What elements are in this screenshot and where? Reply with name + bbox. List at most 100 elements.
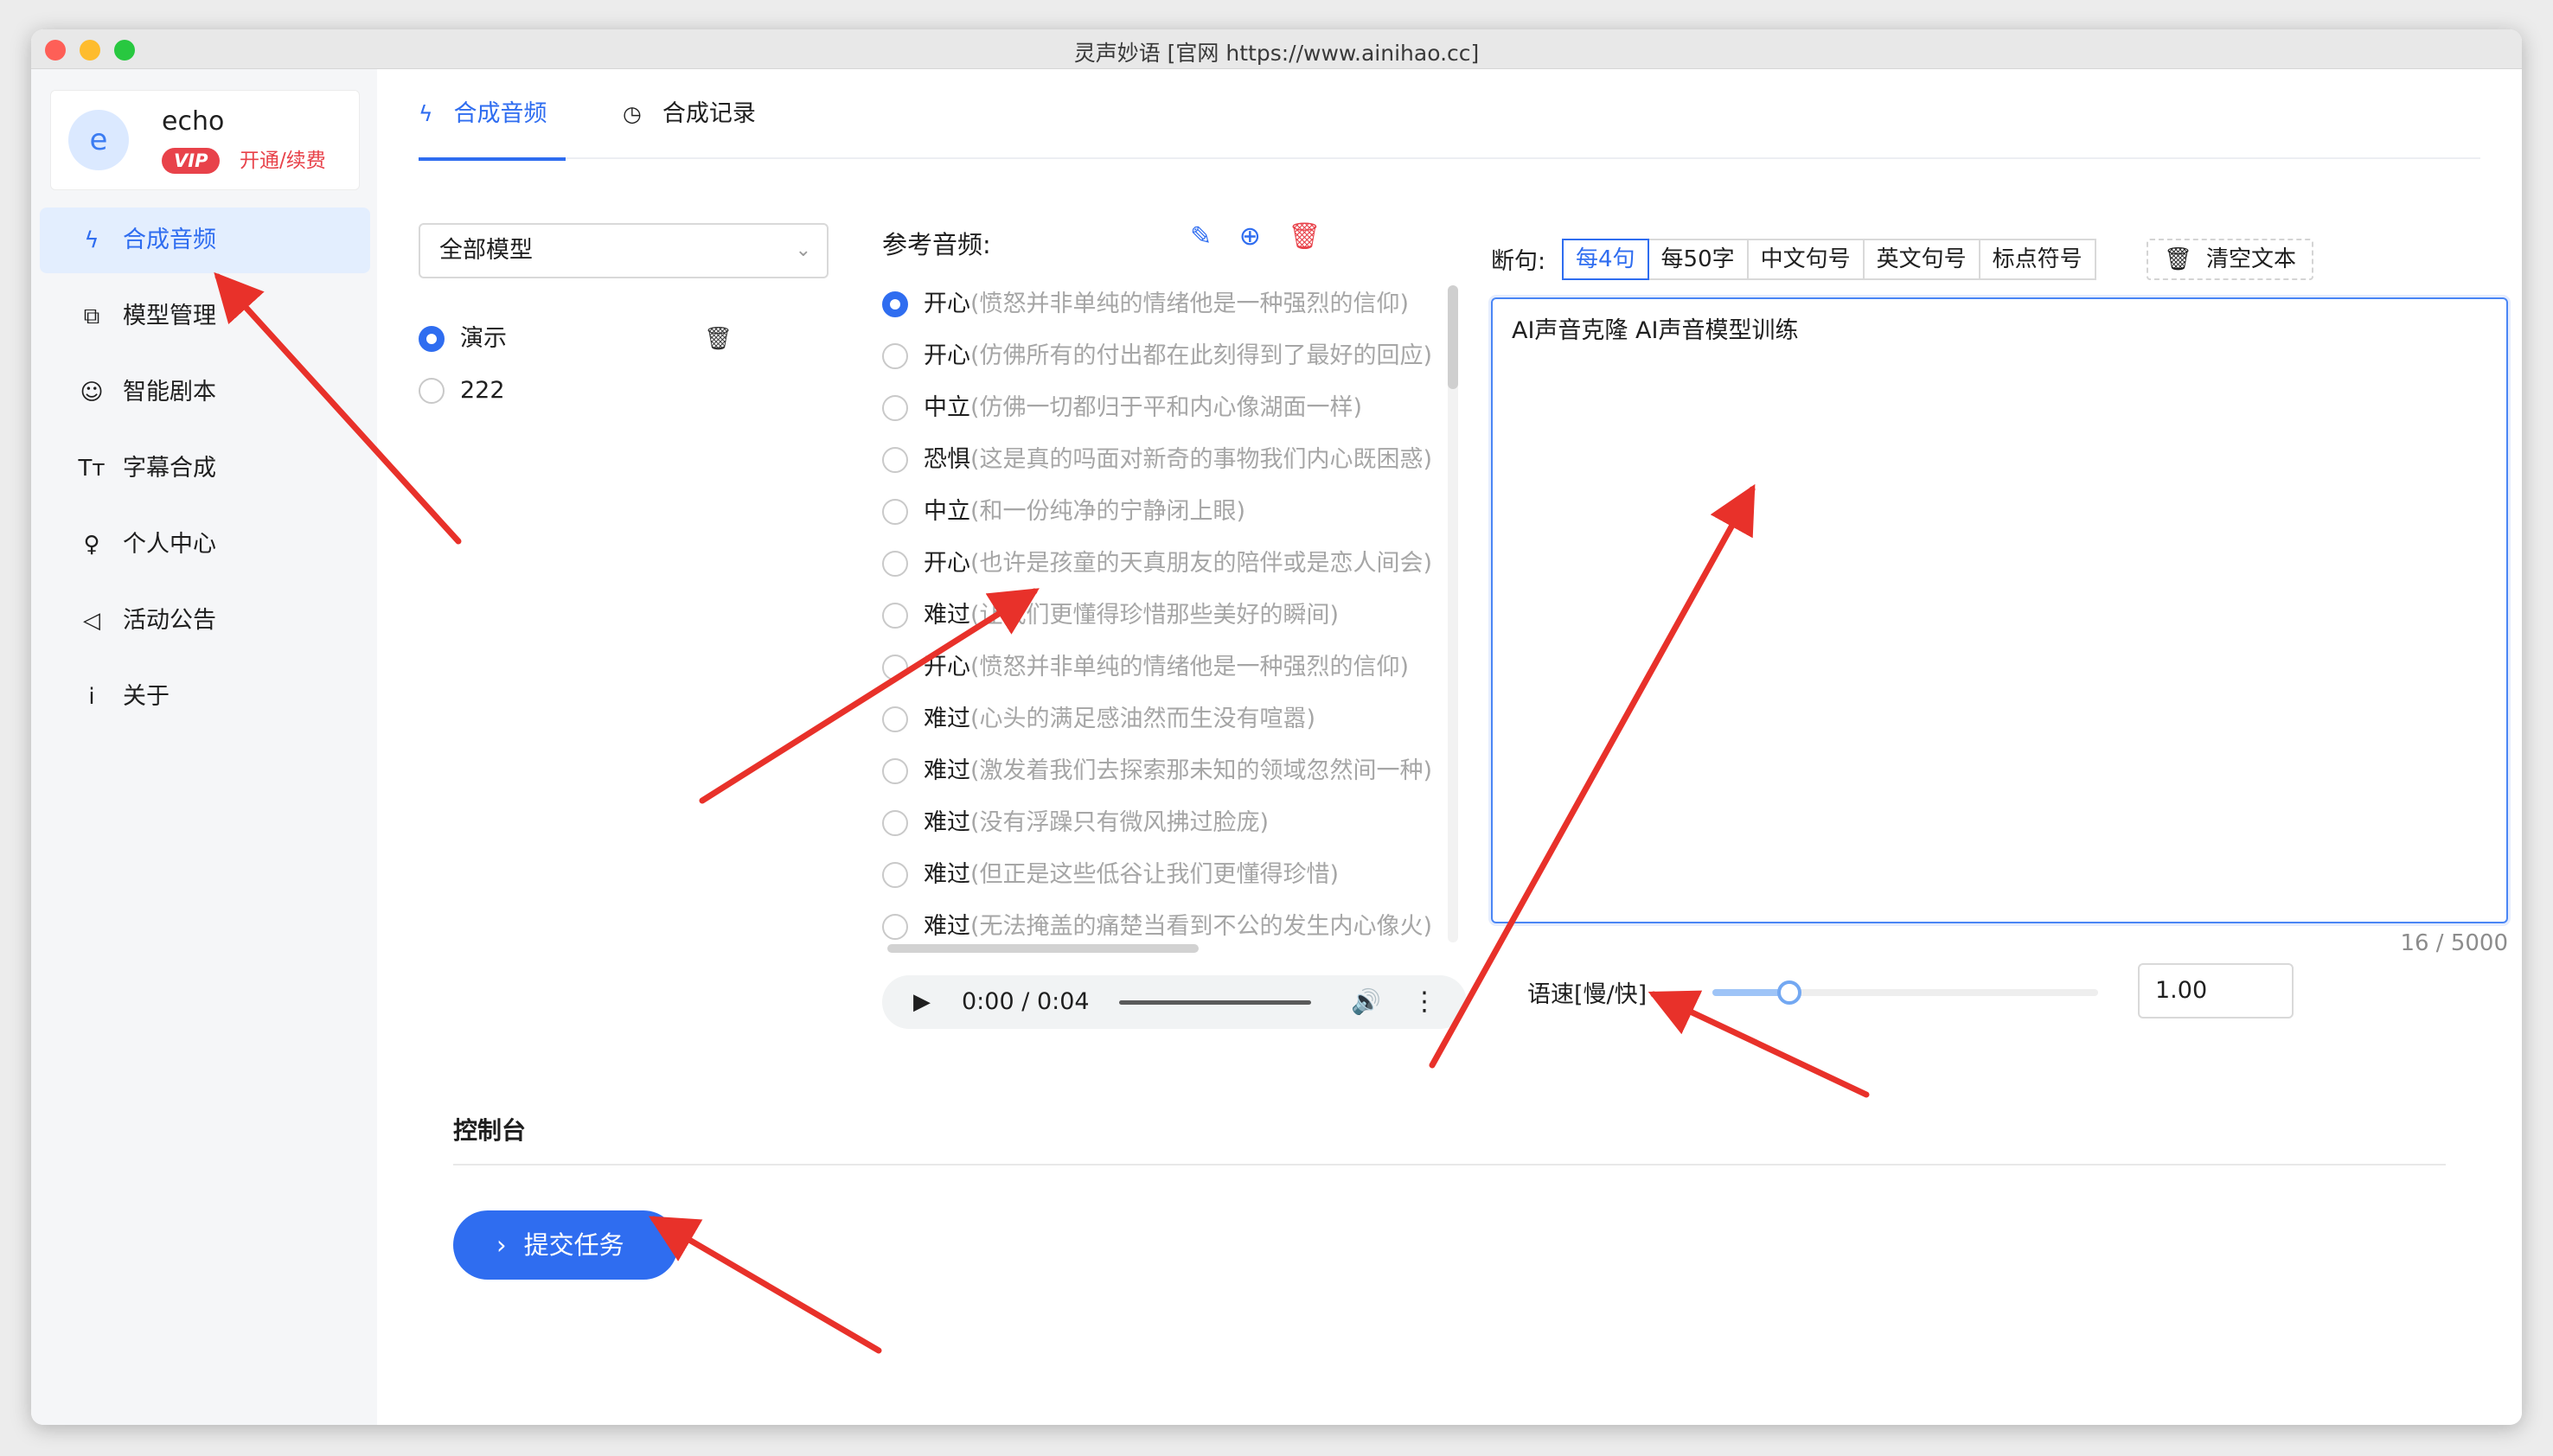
edit-icon[interactable]: ✎ [1190, 221, 1212, 252]
sidebar-item-synthesize-audio[interactable]: ϟ 合成音频 [40, 208, 370, 273]
user-card[interactable]: e echo VIP 开通/续费 [50, 90, 360, 190]
text-size-icon: Tт [78, 456, 106, 482]
app-window: 灵声妙语 [官网 https://www.ainihao.cc] e echo … [31, 29, 2522, 1425]
tab-synthesize-audio[interactable]: ϟ 合成音频 [419, 69, 566, 161]
character-count: 16 / 5000 [2400, 930, 2508, 956]
trash-icon: 🗑 [2164, 246, 2193, 272]
reference-radio[interactable] [882, 447, 908, 473]
reference-item[interactable]: 难过(心头的满足感油然而生没有喧嚣) [882, 702, 1444, 737]
reference-radio[interactable] [882, 395, 908, 421]
submit-task-button[interactable]: › 提交任务 [453, 1210, 678, 1280]
play-icon[interactable]: ▶ [913, 975, 931, 1029]
reference-item[interactable]: 开心(愤怒并非单纯的情绪他是一种强烈的信仰) [882, 287, 1444, 322]
player-time-separator: / [1021, 988, 1030, 1015]
scrollbar-thumb[interactable] [1448, 285, 1458, 389]
clear-text-button[interactable]: 🗑 清空文本 [2147, 239, 2314, 280]
reference-radio[interactable] [882, 551, 908, 577]
reference-item[interactable]: 开心(也许是孩童的天真朋友的陪伴或是恋人间会) [882, 546, 1444, 581]
reference-emotion: 开心 [924, 291, 970, 317]
reference-list-scrollbar[interactable] [1448, 285, 1458, 942]
lightning-icon: ϟ [84, 227, 99, 253]
reference-emotion: 开心 [924, 654, 970, 680]
reference-radio[interactable] [882, 603, 908, 629]
console-divider [453, 1164, 2446, 1165]
reference-item[interactable]: 难过(没有浮躁只有微风拂过脸庞) [882, 806, 1444, 840]
megaphone-icon: ◁ [83, 608, 100, 634]
speed-value-input[interactable]: 1.00 [2138, 963, 2294, 1019]
chevron-down-icon: ⌄ [795, 239, 811, 261]
reference-radio[interactable] [882, 758, 908, 784]
model-filter-select[interactable]: 全部模型 ⌄ [419, 223, 829, 278]
tab-synthesis-history[interactable]: ◷ 合成记录 [623, 69, 756, 159]
reference-list-horizontal-scrollbar[interactable] [887, 944, 1199, 953]
segment-every-4-sentences[interactable]: 每4句 [1562, 239, 1649, 280]
reference-radio[interactable] [882, 862, 908, 888]
sidebar-item-model-management[interactable]: ⧉ 模型管理 [40, 284, 370, 349]
main-panel: ϟ 合成音频 ◷ 合成记录 全部模型 ⌄ 演示 🗑 222 参考音频: ✎ ⊕ 🗑 [377, 69, 2522, 1425]
history-icon: ◷ [623, 101, 642, 126]
reference-radio[interactable] [882, 810, 908, 836]
model-filter-value: 全部模型 [439, 237, 533, 264]
segment-english-period[interactable]: 英文句号 [1862, 239, 1980, 280]
user-icon: ♀ [83, 532, 100, 558]
reference-item[interactable]: 开心(仿佛所有的付出都在此刻得到了最好的回应) [882, 339, 1444, 374]
model-radio-selected[interactable] [419, 326, 445, 352]
model-radio[interactable] [419, 378, 445, 404]
reference-text: (心头的满足感油然而生没有喧嚣) [970, 706, 1316, 732]
reference-item[interactable]: 恐惧(这是真的吗面对新奇的事物我们内心既困惑) [882, 443, 1444, 477]
segmentation-options: 每4句 每50字 中文句号 英文句号 标点符号 [1562, 239, 2096, 280]
add-circle-icon[interactable]: ⊕ [1239, 221, 1261, 252]
sidebar-item-smart-script[interactable]: ☺ 智能剧本 [40, 360, 370, 425]
segment-every-50-chars[interactable]: 每50字 [1647, 239, 1749, 280]
sidebar-item-announcements[interactable]: ◁ 活动公告 [40, 588, 370, 654]
segmentation-label: 断句: [1491, 248, 1546, 275]
reference-text: (但正是这些低谷让我们更懂得珍惜) [970, 861, 1340, 888]
reference-item[interactable]: 难过(无法掩盖的痛楚当看到不公的发生内心像火) [882, 910, 1444, 944]
reference-item[interactable]: 难过(让我们更懂得珍惜那些美好的瞬间) [882, 598, 1444, 633]
renew-link[interactable]: 开通/续费 [240, 148, 326, 174]
reference-text: (激发着我们去探索那未知的领域忽然间一种) [970, 757, 1433, 784]
avatar[interactable]: e [68, 110, 129, 170]
sidebar-item-subtitle-synthesis[interactable]: Tт 字幕合成 [40, 436, 370, 501]
reference-item[interactable]: 开心(愤怒并非单纯的情绪他是一种强烈的信仰) [882, 650, 1444, 685]
delete-model-icon[interactable]: 🗑 [704, 322, 733, 356]
reference-radio[interactable] [882, 343, 908, 369]
sidebar-item-label: 关于 [123, 683, 170, 710]
reference-item[interactable]: 难过(激发着我们去探索那未知的领域忽然间一种) [882, 754, 1444, 789]
reference-text: (没有浮躁只有微风拂过脸庞) [970, 809, 1270, 836]
model-icon: ⧉ [83, 303, 100, 329]
reference-radio[interactable] [882, 706, 908, 732]
reference-emotion: 恐惧 [924, 446, 970, 473]
player-progress-bar[interactable] [1119, 1000, 1311, 1005]
reference-item[interactable]: 中立(和一份纯净的宁静闭上眼) [882, 495, 1444, 529]
reference-text: (无法掩盖的痛楚当看到不公的发生内心像火) [970, 913, 1433, 940]
reference-toolbar: ✎ ⊕ 🗑 [1190, 221, 1340, 252]
reference-radio-selected[interactable] [882, 291, 908, 317]
speed-slider[interactable] [1712, 980, 2098, 1005]
reference-item[interactable]: 难过(但正是这些低谷让我们更懂得珍惜) [882, 858, 1444, 892]
volume-icon[interactable]: 🔊 [1351, 975, 1381, 1029]
reference-radio[interactable] [882, 499, 908, 525]
tab-label: 合成记录 [662, 100, 756, 127]
text-input-area[interactable]: AI声音克隆 AI声音模型训练 [1491, 297, 2508, 923]
sidebar-item-about[interactable]: i 关于 [40, 664, 370, 730]
reference-text: (这是真的吗面对新奇的事物我们内心既困惑) [970, 446, 1433, 473]
speed-slider-handle[interactable] [1777, 980, 1802, 1005]
reference-audio-list[interactable]: 开心(愤怒并非单纯的情绪他是一种强烈的信仰) 开心(仿佛所有的付出都在此刻得到了… [882, 278, 1444, 944]
reference-text: (愤怒并非单纯的情绪他是一种强烈的信仰) [970, 654, 1410, 680]
clear-text-label: 清空文本 [2206, 246, 2297, 272]
sidebar-item-label: 字幕合成 [123, 455, 216, 482]
segment-chinese-period[interactable]: 中文句号 [1746, 239, 1865, 280]
reference-item[interactable]: 中立(仿佛一切都归于平和内心像湖面一样) [882, 391, 1444, 425]
sidebar-nav: ϟ 合成音频 ⧉ 模型管理 ☺ 智能剧本 Tт 字幕合成 ♀ 个人中心 ◁ 活动… [40, 208, 370, 740]
reference-radio[interactable] [882, 914, 908, 940]
tab-bar: ϟ 合成音频 ◷ 合成记录 [419, 69, 2480, 161]
segment-punctuation[interactable]: 标点符号 [1978, 239, 2096, 280]
model-name: 演示 [460, 325, 507, 352]
reference-text: (也许是孩童的天真朋友的陪伴或是恋人间会) [970, 550, 1433, 577]
more-options-icon[interactable]: ⋮ [1411, 975, 1437, 1029]
reference-radio[interactable] [882, 655, 908, 680]
sidebar-item-label: 模型管理 [123, 303, 216, 329]
delete-icon[interactable]: 🗑 [1288, 221, 1321, 252]
sidebar-item-personal-center[interactable]: ♀ 个人中心 [40, 512, 370, 578]
